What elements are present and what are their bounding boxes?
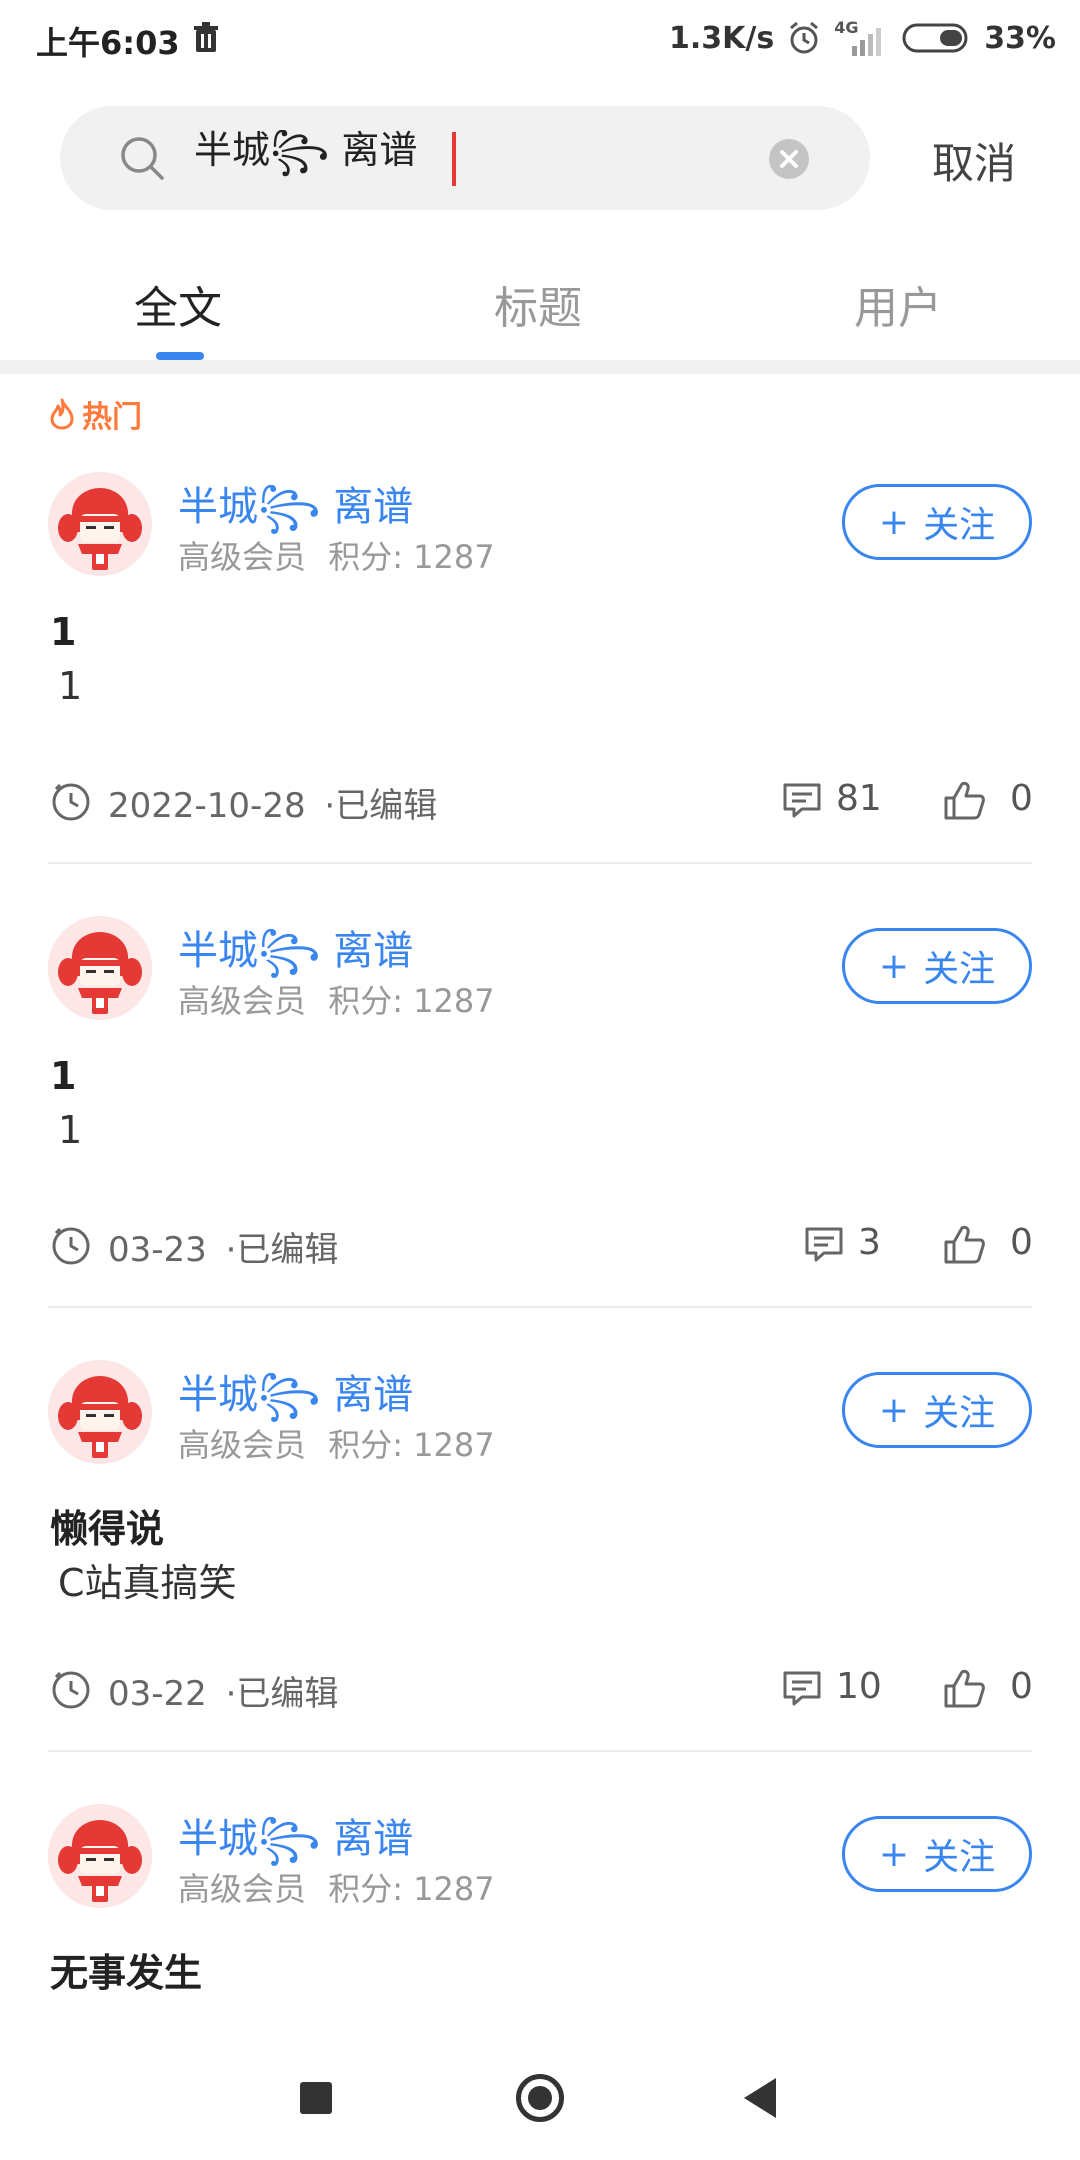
- post-date-value: 03-22: [108, 1674, 207, 1714]
- tab-users[interactable]: 用户: [854, 272, 942, 336]
- post-body[interactable]: 1: [58, 664, 82, 708]
- post-edited-tag: ·已编辑: [324, 786, 438, 826]
- follow-button[interactable]: + 关注: [842, 484, 1032, 560]
- post-divider: [48, 1306, 1032, 1308]
- recent-apps-icon[interactable]: [300, 2082, 332, 2114]
- post-item[interactable]: 半城꧂ 离谱 高级会员 积分: 1287 + 关注 11 2022-10-28 …: [0, 468, 1080, 908]
- member-level: 高级会员: [178, 982, 307, 1020]
- follow-button[interactable]: + 关注: [842, 1816, 1032, 1892]
- post-item[interactable]: 半城꧂ 离谱 高级会员 积分: 1287 + 关注 11 03-23 ·已编辑: [0, 912, 1080, 1352]
- tab-divider: [0, 360, 1080, 374]
- clock-icon: [52, 1671, 90, 1709]
- post-title[interactable]: 1: [50, 610, 76, 654]
- follow-button[interactable]: + 关注: [842, 928, 1032, 1004]
- member-level: 高级会员: [178, 1870, 307, 1908]
- follow-button[interactable]: + 关注: [842, 1372, 1032, 1448]
- user-points: 积分: 1287: [328, 982, 495, 1020]
- comment-count: 81: [836, 778, 882, 819]
- plus-icon: +: [878, 945, 910, 987]
- comment-icon[interactable]: [804, 1226, 844, 1264]
- tab-fulltext[interactable]: 全文: [134, 272, 222, 336]
- user-points: 积分: 1287: [328, 538, 495, 576]
- system-nav-bar: [0, 2040, 1080, 2160]
- post-title[interactable]: 1: [50, 1054, 76, 1098]
- like-count: 0: [1010, 778, 1033, 819]
- tab-bar: 全文 标题 用户: [0, 256, 1080, 360]
- text-caret: [452, 132, 456, 186]
- clock-icon: [52, 1227, 90, 1265]
- post-body[interactable]: C站真搞笑: [58, 1552, 237, 1607]
- hot-section-header: 热门: [48, 392, 142, 436]
- member-level: 高级会员: [178, 538, 307, 576]
- like-icon[interactable]: [942, 1222, 986, 1266]
- comment-icon[interactable]: [782, 782, 822, 820]
- post-edited-tag: ·已编辑: [225, 1230, 339, 1270]
- avatar[interactable]: [48, 1804, 152, 1908]
- plus-icon: +: [878, 1833, 910, 1875]
- like-icon[interactable]: [942, 778, 986, 822]
- user-points: 积分: 1287: [328, 1870, 495, 1908]
- comment-count: 3: [858, 1222, 881, 1263]
- avatar[interactable]: [48, 1360, 152, 1464]
- user-meta: 高级会员 积分: 1287: [178, 976, 495, 1022]
- battery-icon: [902, 23, 968, 53]
- plus-icon: +: [878, 1389, 910, 1431]
- tab-indicator: [156, 352, 204, 360]
- home-icon[interactable]: [516, 2074, 564, 2122]
- post-divider: [48, 862, 1032, 864]
- follow-label: 关注: [923, 1393, 996, 1434]
- follow-label: 关注: [923, 949, 996, 990]
- post-footer: 2022-10-28 ·已编辑 81 0: [0, 772, 1080, 832]
- signal-icon: 4G: [834, 18, 890, 58]
- post-date: 2022-10-28 ·已编辑: [108, 778, 437, 827]
- post-date-value: 2022-10-28: [108, 786, 306, 826]
- battery-level: 33%: [984, 20, 1056, 56]
- flame-icon: [50, 398, 74, 430]
- alarm-icon: [790, 21, 819, 54]
- post-body[interactable]: 1: [58, 1108, 82, 1152]
- cancel-button[interactable]: 取消: [932, 130, 1016, 191]
- post-divider: [48, 1750, 1032, 1752]
- clear-icon[interactable]: [768, 138, 810, 180]
- post-title[interactable]: 懒得说: [50, 1498, 164, 1553]
- post-edited-tag: ·已编辑: [225, 1674, 339, 1714]
- avatar[interactable]: [48, 472, 152, 576]
- search-input[interactable]: [194, 130, 754, 186]
- search-icon: [121, 137, 164, 180]
- comment-icon[interactable]: [782, 1670, 822, 1708]
- clock-icon: [52, 783, 90, 821]
- member-level: 高级会员: [178, 1426, 307, 1464]
- hot-label: 热门: [82, 400, 142, 435]
- tab-title[interactable]: 标题: [494, 272, 582, 336]
- status-indicators: 1.3K/s 4G 33%: [669, 16, 1056, 60]
- post-date: 03-22 ·已编辑: [108, 1666, 338, 1715]
- status-time: 上午6:03: [36, 24, 180, 62]
- user-meta: 高级会员 积分: 1287: [178, 532, 495, 578]
- follow-label: 关注: [923, 505, 996, 546]
- post-item[interactable]: 半城꧂ 离谱 高级会员 积分: 1287 + 关注 懒得说 C站真搞笑 03-22…: [0, 1356, 1080, 1796]
- search-bar[interactable]: [60, 106, 870, 210]
- avatar[interactable]: [48, 916, 152, 1020]
- post-footer: 03-22 ·已编辑 10 0: [0, 1660, 1080, 1720]
- like-count: 0: [1010, 1222, 1033, 1263]
- user-points: 积分: 1287: [328, 1426, 495, 1464]
- comment-count: 10: [836, 1666, 882, 1707]
- post-date: 03-23 ·已编辑: [108, 1222, 338, 1271]
- user-meta: 高级会员 积分: 1287: [178, 1864, 495, 1910]
- trash-icon: [194, 22, 218, 52]
- follow-label: 关注: [923, 1837, 996, 1878]
- status-bar: 上午6:03 1.3K/s 4G 33%: [0, 0, 1080, 78]
- like-icon[interactable]: [942, 1666, 986, 1710]
- network-speed: 1.3K/s: [668, 20, 775, 56]
- post-title[interactable]: 无事发生: [50, 1942, 202, 1997]
- post-footer: 03-23 ·已编辑 3 0: [0, 1216, 1080, 1276]
- plus-icon: +: [878, 501, 910, 543]
- back-icon[interactable]: [744, 2078, 776, 2118]
- post-date-value: 03-23: [108, 1230, 207, 1270]
- user-meta: 高级会员 积分: 1287: [178, 1420, 495, 1466]
- like-count: 0: [1010, 1666, 1033, 1707]
